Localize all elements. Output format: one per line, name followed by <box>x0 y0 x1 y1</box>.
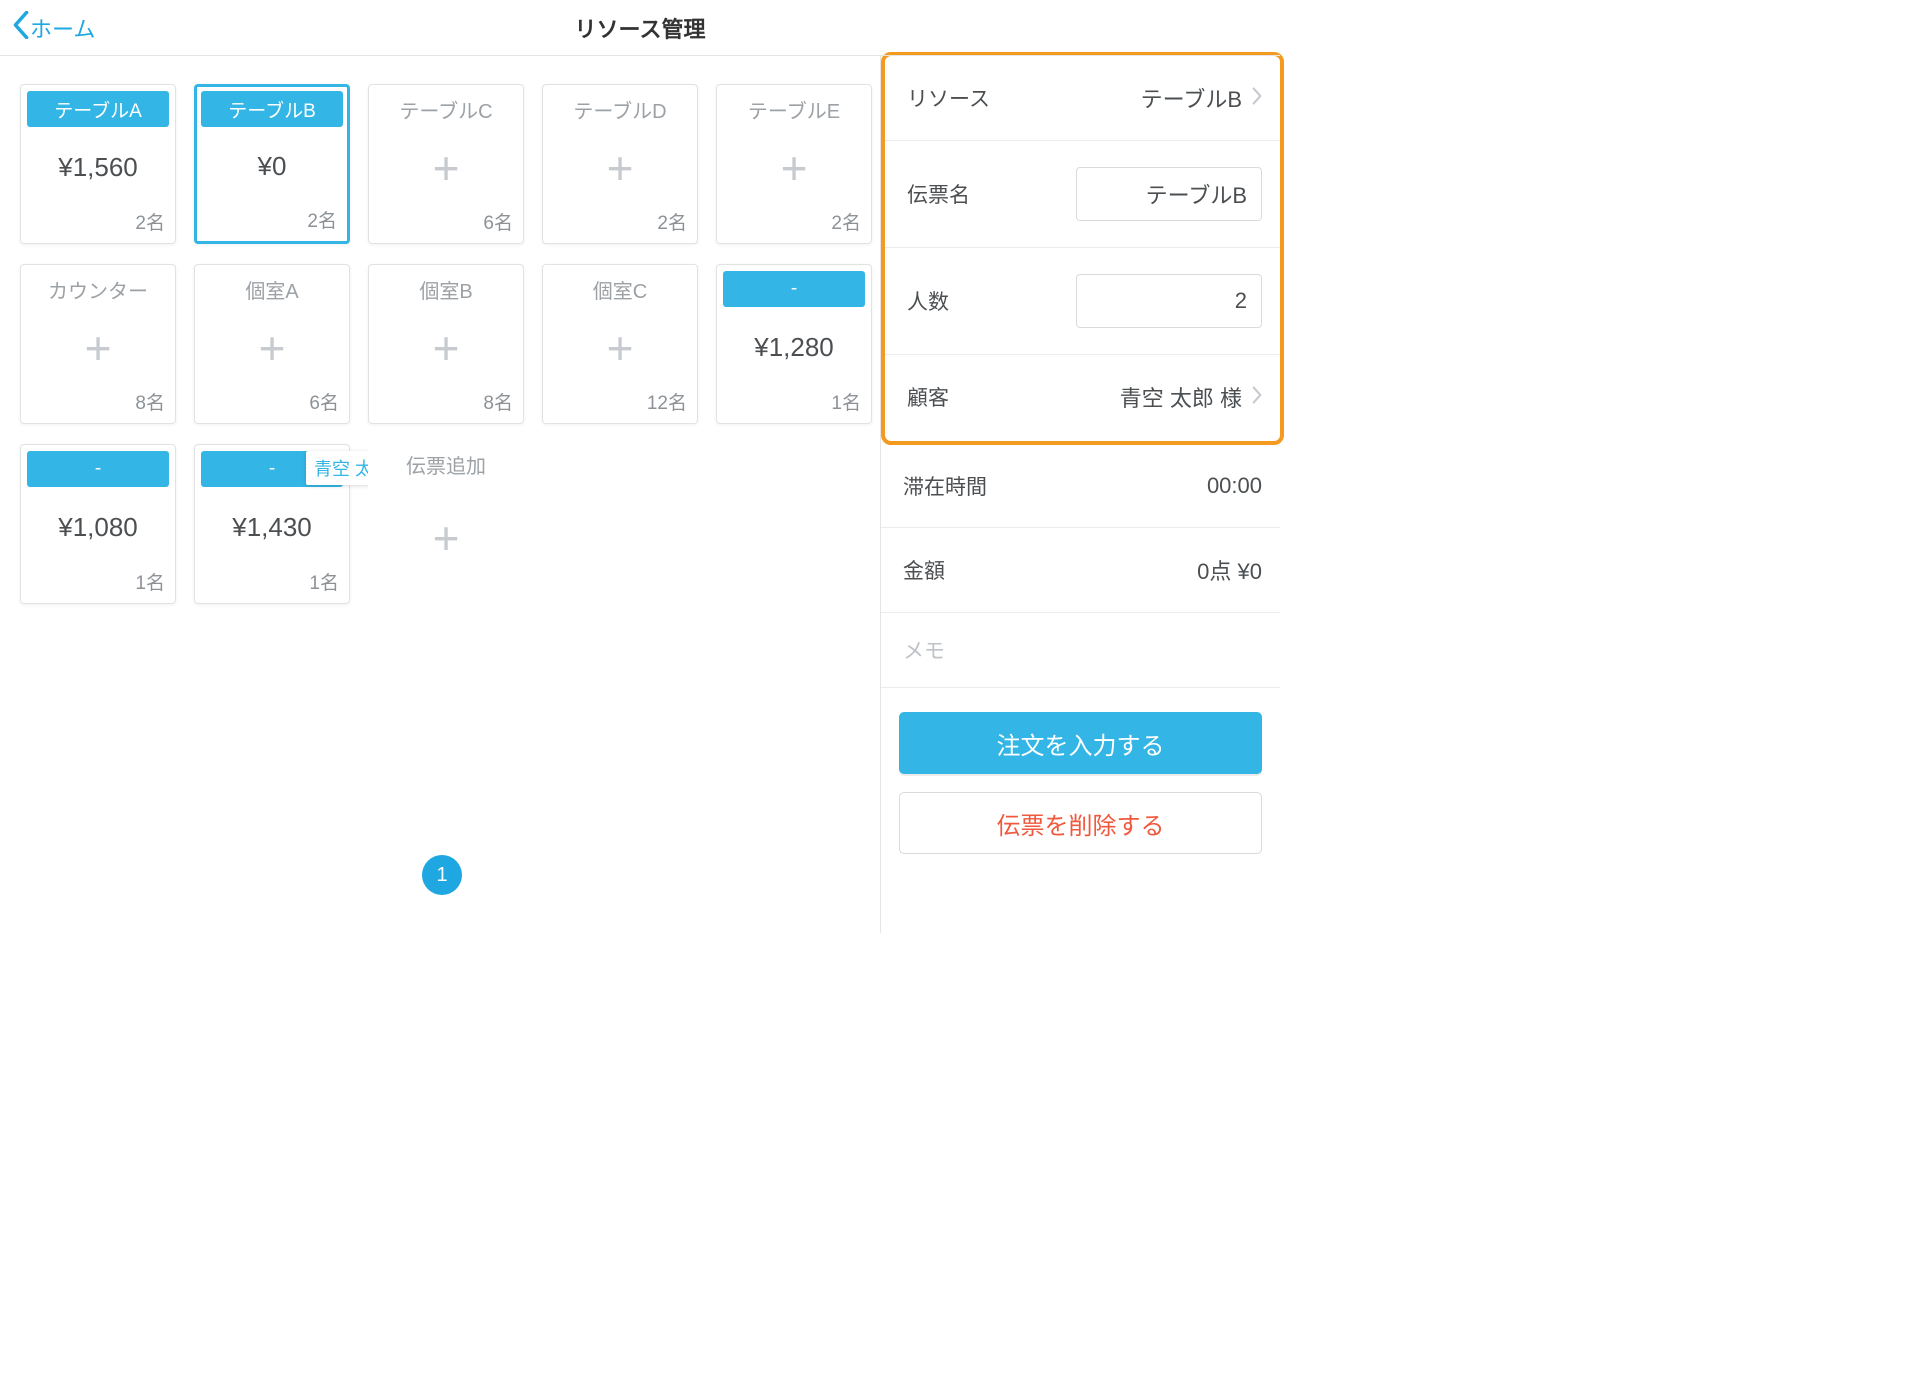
delete-slip-button[interactable]: 伝票を削除する <box>899 792 1262 854</box>
page-title: リソース管理 <box>575 12 706 44</box>
card-count: 8名 <box>483 388 523 423</box>
customer-row[interactable]: 顧客 青空 太郎 様 <box>885 355 1280 439</box>
resource-row[interactable]: リソース テーブルB <box>885 56 1280 141</box>
plus-icon: + <box>433 127 460 208</box>
resource-card[interactable]: 個室C+12名 <box>542 264 698 424</box>
enter-order-button[interactable]: 注文を入力する <box>899 712 1262 774</box>
resource-card[interactable]: -¥1,4301名青空 太郎 <box>194 444 350 604</box>
chevron-left-icon <box>12 11 30 45</box>
card-count: 8名 <box>135 388 175 423</box>
slipname-input[interactable] <box>1076 167 1262 221</box>
resource-card[interactable]: 個室B+8名 <box>368 264 524 424</box>
plus-icon: + <box>607 307 634 388</box>
resource-card[interactable]: -¥1,2801名 <box>716 264 872 424</box>
card-price: ¥1,560 <box>58 127 138 208</box>
plus-icon: + <box>781 127 808 208</box>
people-input[interactable] <box>1076 274 1262 328</box>
resource-card[interactable]: テーブルB¥0 2名 <box>194 84 350 244</box>
resource-card[interactable]: テーブルE+2名 <box>716 84 872 244</box>
card-price: ¥1,280 <box>754 307 834 388</box>
card-label: テーブルA <box>27 91 169 127</box>
card-label: 個室A <box>201 271 343 307</box>
card-label: - <box>723 271 865 307</box>
resource-card[interactable]: 個室A+6名 <box>194 264 350 424</box>
resource-card[interactable]: カウンター+8名 <box>20 264 176 424</box>
card-label: カウンター <box>27 271 169 307</box>
pagination: 1 <box>20 855 864 895</box>
card-count: 12名 <box>647 388 697 423</box>
card-label: テーブルD <box>549 91 691 127</box>
resource-value: テーブルB <box>1141 82 1242 114</box>
card-label: テーブルC <box>375 91 517 127</box>
card-label: 個室B <box>375 271 517 307</box>
header: ホーム リソース管理 <box>0 0 1280 56</box>
resource-card[interactable]: テーブルA¥1,5602名 <box>20 84 176 244</box>
people-label: 人数 <box>907 286 949 316</box>
card-count: 2名 <box>307 206 347 241</box>
stay-value: 00:00 <box>1207 473 1262 499</box>
detail-panel: リソース テーブルB 伝票名 人数 顧 <box>880 56 1280 933</box>
card-price: ¥1,430 <box>232 487 312 568</box>
card-label: - <box>27 451 169 487</box>
customer-value: 青空 太郎 様 <box>1120 381 1242 413</box>
card-price: ¥1,080 <box>58 487 138 568</box>
back-label: ホーム <box>30 12 95 44</box>
customer-label: 顧客 <box>907 382 949 412</box>
card-count: 2名 <box>135 208 175 243</box>
card-price: ¥0 <box>258 127 287 206</box>
highlighted-section: リソース テーブルB 伝票名 人数 顧 <box>881 52 1284 445</box>
add-slip-card[interactable]: 伝票追加+ <box>368 444 524 604</box>
card-count: 6名 <box>483 208 523 243</box>
plus-icon: + <box>433 307 460 388</box>
amount-label: 金額 <box>903 555 945 585</box>
card-label: テーブルE <box>723 91 865 127</box>
card-label: テーブルB <box>201 91 343 127</box>
chevron-right-icon <box>1252 384 1262 410</box>
amount-value: 0点 ¥0 <box>1197 554 1262 586</box>
people-row: 人数 <box>885 248 1280 355</box>
card-count: 1名 <box>309 568 349 603</box>
card-count: 2名 <box>831 208 871 243</box>
resource-card[interactable]: -¥1,0801名 <box>20 444 176 604</box>
resource-label: リソース <box>907 83 990 113</box>
page-button[interactable]: 1 <box>422 855 462 895</box>
amount-row: 金額 0点 ¥0 <box>881 528 1280 613</box>
stay-label: 滞在時間 <box>903 471 987 501</box>
card-count: 1名 <box>831 388 871 423</box>
slipname-row: 伝票名 <box>885 141 1280 248</box>
delete-slip-label: 伝票を削除する <box>997 806 1165 841</box>
memo-field[interactable]: メモ <box>881 613 1280 688</box>
page-number: 1 <box>436 864 447 887</box>
back-button[interactable]: ホーム <box>12 11 95 45</box>
chevron-right-icon <box>1252 85 1262 111</box>
plus-icon: + <box>433 472 460 604</box>
card-count: 2名 <box>657 208 697 243</box>
plus-icon: + <box>259 307 286 388</box>
plus-icon: + <box>607 127 634 208</box>
card-label: 個室C <box>549 271 691 307</box>
memo-placeholder: メモ <box>903 640 945 663</box>
enter-order-label: 注文を入力する <box>997 726 1165 761</box>
resource-card[interactable]: テーブルC+6名 <box>368 84 524 244</box>
resource-grid-area: テーブルA¥1,5602名テーブルB¥02名テーブルC+6名テーブルD+2名テー… <box>0 56 880 933</box>
slipname-label: 伝票名 <box>907 179 970 209</box>
plus-icon: + <box>85 307 112 388</box>
stay-row: 滞在時間 00:00 <box>881 445 1280 528</box>
card-count: 6名 <box>309 388 349 423</box>
card-count: 1名 <box>135 568 175 603</box>
resource-card[interactable]: テーブルD+2名 <box>542 84 698 244</box>
